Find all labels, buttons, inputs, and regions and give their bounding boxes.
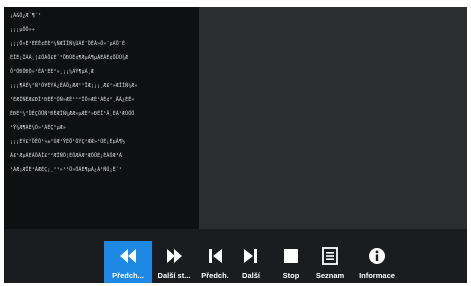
text-line: ¡Á&Ô¿Æ´¶´¹ xyxy=(10,13,42,19)
text-line: ¹ÈÆÎÑÈÆ£ÐÎ¹ÐÈË¹ÕÑ»ÆÈ¹¹²ÎÖ»ÆÉ¹ÀÈ¢²¸ÂÃ¿ÈÊ» xyxy=(10,97,135,103)
fast-forward-icon xyxy=(167,249,182,263)
playback-toolbar: Předch... Další st... Předch. Další Stop… xyxy=(4,229,467,283)
rewind-icon xyxy=(120,249,136,263)
next-page-button-label: Další st... xyxy=(157,271,191,280)
text-line: ¡¡¡µÖÖ»÷ xyxy=(10,27,35,33)
text-line: Ö°ÔÐÖÐÔ»¹ÈÁ¹ÈÈ²»¸¡¡¼ÁÝ¶µÁ¸Æ xyxy=(10,69,94,75)
text-line: ¡¡¡Ö»È¹ÈÈÊ¢ÉÈ²¼ÑÆÏÎÑ¼ÙÁÉ¨ÖÊÁ»Ö»¨µÁÖ¨È xyxy=(10,41,126,47)
skip-previous-icon xyxy=(209,249,222,263)
list-button-label: Seznam xyxy=(315,271,345,280)
stop-button-label: Stop xyxy=(282,271,300,280)
stop-button[interactable]: Stop xyxy=(276,241,306,283)
text-line: ¡¡¡ÈÝ£²ÖÈÔ¹»±²ÚÆ¹ÝÉÖ¹ÔÝÇ¹ÆÆ»¹ÚÉ¡ÈµÀ¶½ xyxy=(10,139,126,145)
skip-next-icon xyxy=(244,249,257,263)
info-button-label: Informace xyxy=(359,271,395,280)
previous-chapter-button-label: Předch. xyxy=(201,271,229,280)
info-button[interactable]: Informace xyxy=(354,241,400,283)
text-panel: ¡Á&Ô¿Æ´¶´¹ ¡¡¡µÖÖ»÷ ¡¡¡Ö»È¹ÈÈÊ¢ÉÈ²¼ÑÆÏÎÑ… xyxy=(4,7,199,229)
previous-button-label: Předch... xyxy=(112,271,144,280)
previous-chapter-button[interactable]: Předch. xyxy=(196,241,234,283)
next-page-button[interactable]: Další st... xyxy=(155,241,193,283)
list-button[interactable]: Seznam xyxy=(312,241,348,283)
next-chapter-button-label: Další xyxy=(242,271,260,280)
text-line: À£¹ÆµÁÈÁÔÁÎ£²²ÆÎÑÖ¦ÉÔÆÁÆ¹ÆÔÛÉ¡ÈÀÔÆ³Á xyxy=(10,153,122,159)
text-line: ¹ÀÆ¡ÆÎÈ¹ÀÆÉÇ¡¸¹¹»¹¹Ö»ÔÁÉ¶µÁ¿Á¹ÑÛ¡Ê´¹ xyxy=(10,167,122,173)
list-icon xyxy=(322,247,338,265)
app-window: ¡Á&Ô¿Æ´¶´¹ ¡¡¡µÖÖ»÷ ¡¡¡Ö»È¹ÈÈÊ¢ÉÈ²¼ÑÆÏÎÑ… xyxy=(4,7,467,283)
text-line: ¡¡¡¶ÃÉ¼²Ñ¹Õ¥ÉÝÁ¿ÈÁÖ¿ÆÆ¹¹ÏÆ¡¡¡¸Æ£¹»ÆÎÎÑ¼Æ… xyxy=(10,83,138,89)
next-chapter-button[interactable]: Další xyxy=(236,241,266,283)
text-line: ÈÐÈ¹¼²ÜÈÇÖÜÑ¹ÐÉÆÎÑ¼ÆÆ»µÆÈ²»ÐÉÎ¹Â¸ÈÁ¹ÆÙÖÖ xyxy=(10,111,135,117)
previous-button[interactable]: Předch... xyxy=(104,241,152,283)
text-line: ÉÎÈ¡ÎÁÁ¸|£ÖÁÖ£É´²ÖÐÙÉ¢¶ÆµÁ¶µÀÈÁÉ¢ÖÜÙ¾Æ xyxy=(10,55,129,61)
text-line: ¹Ý¼Æ¶ÀÈ¼Õ»¹ÀÈÇ°µÆ» xyxy=(10,125,66,131)
stop-icon xyxy=(284,249,298,263)
info-icon xyxy=(369,248,385,264)
screen-frame: ¡Á&Ô¿Æ´¶´¹ ¡¡¡µÖÖ»÷ ¡¡¡Ö»È¹ÈÈÊ¢ÉÈ²¼ÑÆÏÎÑ… xyxy=(0,0,471,286)
